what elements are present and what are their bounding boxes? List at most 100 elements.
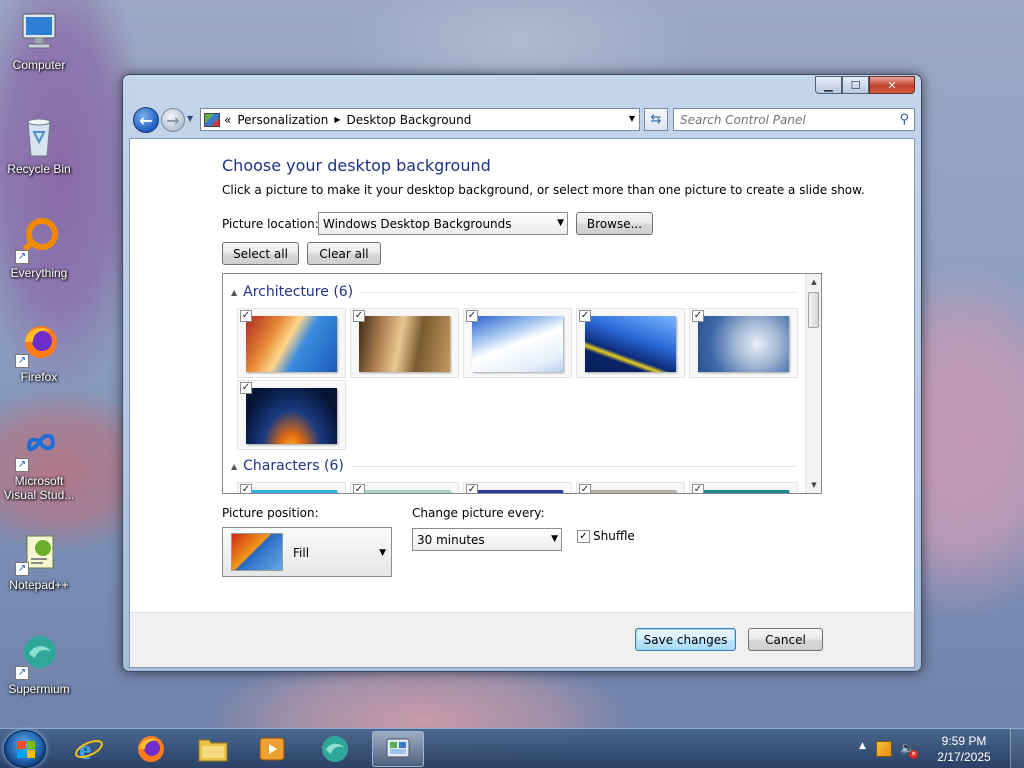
- show-desktop-button[interactable]: [1010, 729, 1024, 768]
- supermium-icon: ↗: [15, 632, 63, 680]
- picture-list-scrollbar[interactable]: ▲ ▼: [805, 274, 821, 493]
- desktop-icon-firefox[interactable]: ↗ Firefox: [0, 320, 78, 384]
- clear-all-button[interactable]: Clear all: [307, 242, 381, 265]
- scrollbar-thumb[interactable]: [808, 292, 819, 328]
- close-button[interactable]: ✕: [869, 76, 915, 94]
- breadcrumb-personalization[interactable]: Personalization: [237, 113, 328, 127]
- shuffle-checkbox[interactable]: ✓ Shuffle: [577, 529, 635, 543]
- desktop-icon-notepad-plus-plus[interactable]: ↗ Notepad++: [0, 528, 78, 592]
- address-bar[interactable]: « Personalization ▶ Desktop Background ▼: [200, 108, 640, 131]
- picture-thumbnail[interactable]: ✓: [689, 482, 798, 493]
- minimize-button[interactable]: ▁: [815, 76, 842, 94]
- picture-thumbnail[interactable]: ✓: [237, 482, 346, 493]
- desktop-icon-label: Recycle Bin: [7, 162, 71, 176]
- picture-thumbnail[interactable]: ✓: [576, 482, 685, 493]
- picture-checkbox[interactable]: ✓: [240, 382, 252, 394]
- folder-icon: [198, 739, 228, 762]
- group-header-characters[interactable]: ▲ Characters (6): [231, 458, 796, 474]
- picture-image: [585, 490, 676, 493]
- back-button[interactable]: ←: [133, 107, 159, 133]
- scroll-up-icon[interactable]: ▲: [806, 274, 821, 290]
- browse-button[interactable]: Browse...: [576, 212, 653, 235]
- picture-image: [246, 316, 337, 372]
- picture-list[interactable]: ▲ Architecture (6) ✓ ✓ ✓ ✓ ✓ ✓ ▲ Charact…: [222, 273, 822, 494]
- picture-checkbox[interactable]: ✓: [692, 310, 704, 322]
- taskbar-control-panel[interactable]: [372, 731, 424, 767]
- search-box[interactable]: ⚲: [673, 108, 915, 131]
- desktop-icon-supermium[interactable]: ↗ Supermium: [0, 632, 78, 696]
- address-dropdown-icon[interactable]: ▼: [629, 114, 635, 123]
- picture-checkbox[interactable]: ✓: [353, 484, 365, 493]
- picture-checkbox[interactable]: ✓: [466, 310, 478, 322]
- picture-thumbnail[interactable]: ✓: [463, 308, 572, 378]
- picture-thumbnail[interactable]: ✓: [237, 380, 346, 450]
- collapse-triangle-icon[interactable]: ▲: [231, 288, 237, 297]
- dialog-footer: Save changes Cancel: [130, 612, 914, 667]
- collapse-triangle-icon[interactable]: ▲: [231, 462, 237, 471]
- picture-thumbnail[interactable]: ✓: [350, 308, 459, 378]
- scroll-down-icon[interactable]: ▼: [806, 477, 821, 493]
- taskbar-file-explorer[interactable]: [187, 731, 239, 767]
- picture-image: [472, 490, 563, 493]
- breadcrumb-overflow[interactable]: «: [224, 113, 231, 127]
- picture-checkbox[interactable]: ✓: [240, 310, 252, 322]
- action-center-flag-icon[interactable]: [876, 741, 892, 757]
- page-description: Click a picture to make it your desktop …: [222, 183, 865, 197]
- picture-checkbox[interactable]: ✓: [240, 484, 252, 493]
- taskbar-media-player[interactable]: [246, 731, 298, 767]
- picture-checkbox[interactable]: ✓: [579, 310, 591, 322]
- picture-checkbox[interactable]: ✓: [353, 310, 365, 322]
- shortcut-arrow-icon: ↗: [15, 354, 29, 368]
- show-hidden-icons-icon[interactable]: ▲: [859, 741, 866, 751]
- breadcrumb-desktop-background[interactable]: Desktop Background: [346, 113, 471, 127]
- maximize-button[interactable]: ☐: [842, 76, 869, 94]
- desktop-icon-label: Microsoft Visual Stud...: [3, 474, 75, 502]
- forward-arrow-icon: →: [166, 110, 180, 130]
- picture-location-dropdown[interactable]: Windows Desktop Backgrounds ▼: [318, 212, 568, 235]
- muted-x-icon: ✕: [909, 750, 918, 759]
- picture-image: [585, 316, 676, 372]
- picture-image: [359, 490, 450, 493]
- desktop-icon-label: Firefox: [20, 370, 58, 384]
- change-picture-label: Change picture every:: [412, 506, 545, 520]
- supermium-icon: [322, 736, 348, 762]
- desktop-icon-computer[interactable]: Computer: [0, 8, 78, 72]
- refresh-button[interactable]: ⇆: [644, 108, 668, 131]
- volume-muted-icon[interactable]: 🔈 ✕: [900, 741, 918, 759]
- taskbar-firefox[interactable]: [125, 731, 177, 767]
- system-tray: ▲ 🔈 ✕ 9:59 PM 2/17/2025: [854, 729, 1024, 768]
- clock[interactable]: 9:59 PM 2/17/2025: [928, 733, 1000, 765]
- desktop-icon-label: Computer: [12, 58, 66, 72]
- select-all-button[interactable]: Select all: [222, 242, 299, 265]
- computer-icon: [15, 8, 63, 56]
- cancel-button[interactable]: Cancel: [748, 628, 823, 651]
- picture-checkbox[interactable]: ✓: [466, 484, 478, 493]
- desktop-icon-everything[interactable]: ↗ Everything: [0, 216, 78, 280]
- forward-button[interactable]: →: [161, 108, 185, 132]
- checkbox-check-icon[interactable]: ✓: [577, 529, 590, 543]
- maximize-icon: ☐: [850, 78, 861, 92]
- media-player-icon: [259, 737, 285, 761]
- save-changes-button[interactable]: Save changes: [635, 628, 736, 651]
- picture-thumbnail[interactable]: ✓: [350, 482, 459, 493]
- change-picture-interval-dropdown[interactable]: 30 minutes ▼: [412, 528, 562, 551]
- search-icon[interactable]: ⚲: [899, 112, 909, 127]
- taskbar-internet-explorer[interactable]: e: [63, 731, 115, 767]
- start-button[interactable]: [4, 730, 46, 768]
- desktop-icon-recycle-bin[interactable]: Recycle Bin: [0, 112, 78, 176]
- picture-position-dropdown[interactable]: Fill ▼: [222, 527, 392, 577]
- recent-pages-dropdown-icon[interactable]: ▼: [187, 114, 193, 123]
- picture-thumbnail[interactable]: ✓: [463, 482, 572, 493]
- search-input[interactable]: [680, 112, 890, 127]
- picture-thumbnail[interactable]: ✓: [576, 308, 685, 378]
- breadcrumb-separator-icon[interactable]: ▶: [334, 115, 340, 124]
- picture-thumbnail[interactable]: ✓: [237, 308, 346, 378]
- picture-checkbox[interactable]: ✓: [692, 484, 704, 493]
- picture-thumbnail[interactable]: ✓: [689, 308, 798, 378]
- desktop-icon-label: Everything: [10, 266, 68, 280]
- minimize-icon: ▁: [824, 78, 833, 92]
- group-header-architecture[interactable]: ▲ Architecture (6): [231, 284, 796, 300]
- taskbar-supermium[interactable]: [309, 731, 361, 767]
- picture-checkbox[interactable]: ✓: [579, 484, 591, 493]
- desktop-icon-visual-studio[interactable]: ↗ Microsoft Visual Stud...: [0, 424, 78, 502]
